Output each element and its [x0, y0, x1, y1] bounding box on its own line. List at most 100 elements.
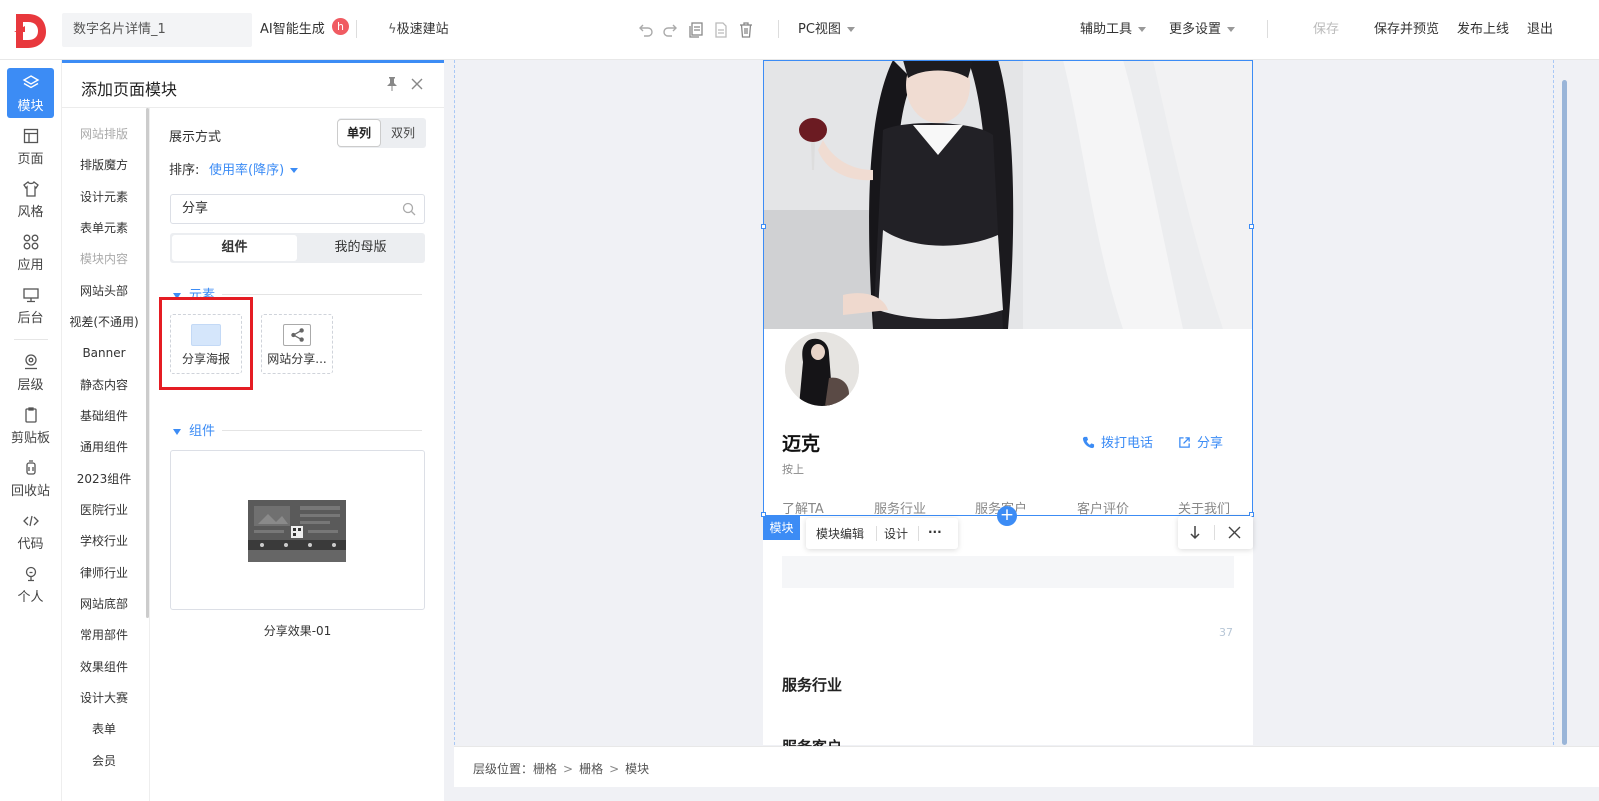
caret-down-icon [173, 428, 181, 435]
search-icon[interactable] [402, 202, 416, 216]
aux-tools-dropdown[interactable]: 辅助工具 [1080, 21, 1147, 39]
category-item[interactable]: 医院行业 [62, 502, 146, 518]
category-item[interactable]: 静态内容 [62, 377, 146, 393]
category-item[interactable]: 会员 [62, 753, 146, 769]
tab-master[interactable]: 我的母版 [298, 235, 423, 261]
more-options-button[interactable]: ··· [928, 525, 942, 539]
rail-item-recycle[interactable]: 回收站 [7, 453, 54, 503]
redo-icon[interactable] [661, 21, 679, 39]
exit-button[interactable]: 退出 [1527, 21, 1553, 39]
breadcrumb-item[interactable]: 层级位置：栅格 [473, 762, 557, 776]
breadcrumb-item[interactable]: 栅格 [579, 762, 603, 776]
copy-icon[interactable] [687, 21, 705, 39]
nav-tab[interactable]: 关于我们 [1178, 498, 1230, 517]
nav-tab[interactable]: 客户评价 [1077, 498, 1129, 517]
category-item[interactable]: 常用部件 [62, 627, 146, 643]
category-header: 模块内容 [79, 252, 128, 266]
view-mode-dropdown[interactable]: PC视图 [798, 21, 855, 39]
divider [1267, 20, 1268, 38]
avatar[interactable] [785, 332, 859, 406]
section-title: 服务客户 [782, 736, 842, 746]
canvas-scrollbar[interactable] [1562, 80, 1567, 745]
component-card[interactable] [170, 450, 425, 610]
call-button[interactable]: 拨打电话 [1082, 432, 1153, 451]
hero-image[interactable] [763, 60, 1253, 329]
hot-badge: h [332, 18, 349, 35]
profile-name: 迈克 [782, 433, 821, 455]
close-icon[interactable] [409, 76, 425, 92]
rail-item-modules[interactable]: 模块 [7, 68, 54, 118]
category-item[interactable]: Banner [62, 345, 146, 361]
rail-item-personal[interactable]: 个人 [7, 559, 54, 609]
nav-tab[interactable]: 服务行业 [874, 498, 926, 517]
pin-icon[interactable] [385, 76, 399, 92]
section-divider [222, 430, 422, 431]
breadcrumb-item[interactable]: 模块 [625, 762, 649, 776]
status-bar: 层级位置：栅格 > 栅格 > 模块 [454, 746, 1599, 787]
share-button[interactable]: 分享 [1178, 432, 1223, 451]
element-site-share[interactable]: 网站分享... [261, 314, 333, 374]
top-bar: 数字名片详情_1 AI智能生成 h ϟ极速建站 PC视图 辅助工具 更多设置 保… [0, 0, 1599, 60]
double-column-button[interactable]: 双列 [382, 120, 424, 146]
category-item[interactable]: 设计大赛 [62, 690, 146, 706]
category-item[interactable]: 设计元素 [62, 189, 146, 205]
module-edit-button[interactable]: 模块编辑 [816, 525, 864, 542]
chevron-down-icon [290, 168, 299, 173]
search-input[interactable]: 分享 [170, 194, 425, 224]
module-tag: 模块 [763, 516, 800, 540]
document-icon[interactable] [712, 21, 730, 39]
rail-label: 回收站 [10, 484, 50, 499]
add-module-plus-button[interactable]: + [997, 506, 1017, 526]
panel-accent-line [62, 60, 444, 63]
category-item[interactable]: 排版魔方 [62, 157, 146, 173]
category-item[interactable]: 表单 [62, 721, 146, 737]
breadcrumb-separator: > [563, 762, 574, 776]
section-components[interactable]: 组件 [173, 420, 215, 440]
logo-icon [14, 14, 46, 48]
close-icon[interactable] [1228, 526, 1241, 539]
category-item[interactable]: 通用组件 [62, 439, 146, 455]
rail-item-style[interactable]: 风格 [7, 174, 54, 224]
save-preview-button[interactable]: 保存并预览 [1374, 21, 1439, 39]
page-name-field[interactable]: 数字名片详情_1 [62, 13, 252, 47]
lightning-icon: ϟ [388, 22, 397, 37]
quick-build-button[interactable]: ϟ极速建站 [388, 21, 449, 39]
move-down-icon[interactable] [1188, 525, 1202, 540]
rail-item-layers[interactable]: 层级 [7, 347, 54, 397]
publish-button[interactable]: 发布上线 [1457, 21, 1509, 39]
chevron-down-icon [1138, 27, 1147, 32]
sort-dropdown[interactable]: 使用率(降序) [209, 159, 299, 178]
category-item[interactable]: 网站头部 [62, 283, 146, 299]
nav-tab[interactable]: 了解TA [782, 498, 824, 517]
panel-title: 添加页面模块 [81, 80, 178, 99]
category-item[interactable]: 网站底部 [62, 596, 146, 612]
design-button[interactable]: 设计 [884, 525, 908, 542]
category-header: 网站排版 [79, 127, 128, 141]
left-rail: 模块 页面 风格 应用 后台 层级 剪贴板 回收站 代码 个人 [0, 60, 62, 801]
tab-components[interactable]: 组件 [172, 235, 297, 261]
code-icon [22, 515, 39, 527]
aux-tools-label: 辅助工具 [1080, 22, 1133, 37]
rail-label: 剪贴板 [10, 431, 50, 446]
trash-icon[interactable] [737, 21, 755, 39]
rail-item-apps[interactable]: 应用 [7, 227, 54, 277]
category-item[interactable]: 表单元素 [62, 220, 146, 236]
rail-item-pages[interactable]: 页面 [7, 121, 54, 171]
guide-line [1553, 60, 1554, 745]
layers-icon [22, 75, 39, 89]
category-item[interactable]: 2023组件 [62, 471, 146, 487]
category-item[interactable]: 效果组件 [62, 659, 146, 675]
rail-item-code[interactable]: 代码 [7, 506, 54, 556]
category-item[interactable]: 视差(不通用) [62, 314, 146, 330]
rail-item-backend[interactable]: 后台 [7, 280, 54, 330]
more-settings-dropdown[interactable]: 更多设置 [1169, 21, 1236, 39]
category-item[interactable]: 律师行业 [62, 565, 146, 581]
ai-generate-button[interactable]: AI智能生成 [260, 21, 325, 39]
category-list: 网站排版 排版魔方 设计元素 表单元素 模块内容 网站头部 视差(不通用) Ba… [62, 108, 148, 801]
save-button[interactable]: 保存 [1313, 21, 1339, 39]
undo-icon[interactable] [637, 21, 655, 39]
single-column-button[interactable]: 单列 [338, 120, 380, 146]
rail-item-clipboard[interactable]: 剪贴板 [7, 400, 54, 450]
category-item[interactable]: 学校行业 [62, 533, 146, 549]
category-item[interactable]: 基础组件 [62, 408, 146, 424]
